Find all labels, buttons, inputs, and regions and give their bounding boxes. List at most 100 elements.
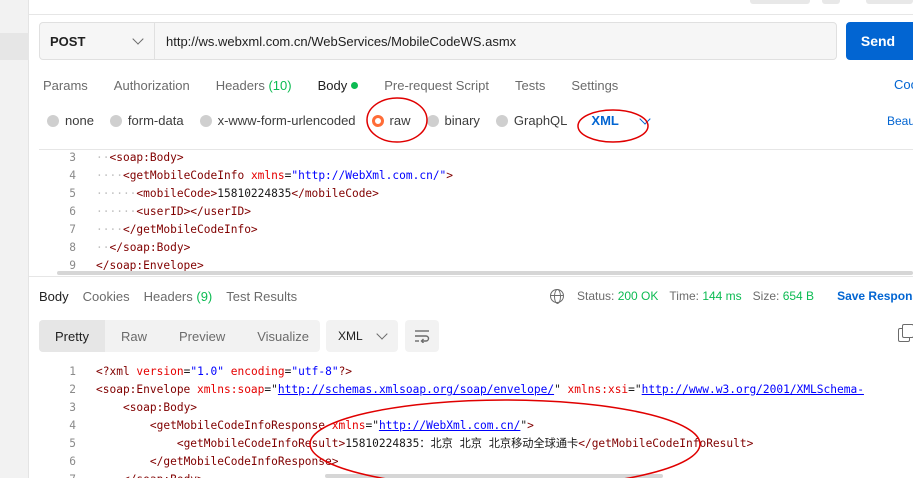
code-token: xmlns [250, 169, 285, 182]
code-text: ······<mobileCode>15810224835</mobileCod… [96, 185, 379, 203]
code-text: </getMobileCodeInfoResponse> [96, 453, 339, 471]
code-line: 7 ····</getMobileCodeInfo> [39, 221, 913, 239]
radio-selected-icon [371, 114, 384, 127]
radio-label: raw [389, 113, 411, 128]
method-select[interactable]: POST [40, 23, 155, 59]
radio-label: none [65, 113, 94, 128]
code-text: ··<soap:Body> [96, 149, 184, 167]
status-label: Status: [577, 289, 615, 303]
code-text: <soap:Body> [96, 399, 197, 417]
chevron-down-icon [132, 33, 144, 45]
code-line: 3 <soap:Body> [39, 399, 913, 417]
response-format-select[interactable]: XML [326, 320, 398, 352]
code-token: version [136, 365, 184, 378]
tab-tests[interactable]: Tests [515, 78, 545, 93]
code-text: ····</getMobileCodeInfo> [96, 221, 258, 239]
request-body-editor[interactable]: 3 ··<soap:Body> 4 ····<getMobileCodeInfo xm… [39, 149, 913, 273]
code-line: 6 ······<userID></userID> [39, 203, 913, 221]
radio-binary[interactable]: binary [426, 113, 480, 128]
tab-response-cookies[interactable]: Cookies [83, 289, 130, 304]
pane-divider[interactable] [29, 276, 913, 277]
radio-none[interactable]: none [47, 113, 94, 128]
code-token: = [628, 383, 635, 396]
time-value: 144 ms [702, 289, 742, 303]
line-number: 6 [69, 455, 76, 468]
view-tab-visualize[interactable]: Visualize [241, 320, 325, 352]
code-token: </getMobileCodeInfo> [122, 223, 258, 236]
radio-raw[interactable]: raw [371, 113, 411, 128]
code-token[interactable]: http://WebXml.com.cn/ [379, 419, 520, 432]
send-button[interactable]: Send [846, 22, 913, 60]
response-view-tabs: Pretty Raw Preview Visualize [39, 320, 320, 352]
code-text: ······<userID></userID> [96, 203, 251, 221]
url-input[interactable]: http://ws.webxml.com.cn/WebServices/Mobi… [155, 23, 516, 59]
tab-settings[interactable]: Settings [571, 78, 618, 93]
radio-form-data[interactable]: form-data [109, 113, 184, 128]
beautify-link[interactable]: Beau [887, 114, 913, 128]
format-label: XML [338, 329, 363, 343]
headers-count: (10) [268, 77, 292, 93]
code-token: xmlns:xsi [567, 383, 629, 396]
code-line: 1 <?xml version="1.0" encoding="utf-8"?> [39, 363, 913, 381]
wrap-lines-icon [415, 330, 430, 343]
indent: ·· [96, 151, 110, 164]
copy-icon[interactable] [898, 324, 913, 342]
radio-label: x-www-form-urlencoded [217, 113, 356, 128]
save-response-button[interactable]: Save Respons [837, 289, 913, 303]
tab-test-results[interactable]: Test Results [226, 289, 297, 304]
code-token: <?xml [96, 365, 137, 378]
tab-body[interactable]: Body [318, 78, 359, 93]
code-token: "http://WebXml.com.cn/" [291, 169, 447, 182]
code-token: <soap:Body> [122, 401, 198, 414]
cookies-link[interactable]: Coo [894, 77, 913, 92]
wrap-lines-button[interactable] [405, 320, 439, 352]
code-token: <userID></userID> [136, 205, 251, 218]
line-number: 7 [39, 471, 76, 478]
tab-response-body[interactable]: Body [39, 289, 69, 304]
horizontal-scrollbar[interactable] [57, 271, 913, 275]
language-select[interactable]: XML [591, 112, 651, 128]
tab-pre-request-script[interactable]: Pre-request Script [384, 78, 489, 93]
tab-headers[interactable]: Headers (10) [216, 78, 292, 93]
left-sidebar-strip [0, 0, 29, 478]
tab-response-headers-label: Headers [143, 289, 193, 304]
body-indicator-dot [351, 81, 359, 89]
code-token: <getMobileCodeInfo [122, 169, 251, 182]
radio-graphql[interactable]: GraphQL [495, 113, 567, 128]
code-token: 15810224835 [217, 187, 292, 200]
line-number: 3 [69, 401, 76, 414]
radio-x-www-form-urlencoded[interactable]: x-www-form-urlencoded [199, 113, 356, 128]
line-number: 7 [69, 223, 76, 236]
code-text: ····<getMobileCodeInfo xmlns="http://Web… [96, 167, 453, 185]
tab-params[interactable]: Params [43, 78, 88, 93]
view-tab-preview[interactable]: Preview [163, 320, 241, 352]
code-token: </soap:Body> [109, 241, 191, 254]
code-line: 4 <getMobileCodeInfoResponse xmlns="http… [39, 417, 913, 435]
size-info[interactable]: Size: 654 B [753, 289, 814, 303]
line-number: 3 [69, 151, 76, 164]
code-token: xmlns [331, 419, 366, 432]
code-token: encoding [230, 365, 285, 378]
response-headers-count: (9) [196, 289, 213, 304]
time-info[interactable]: Time: 144 ms [669, 289, 741, 303]
body-type-selector: none form-data x-www-form-urlencoded raw… [47, 112, 651, 128]
globe-icon[interactable] [550, 289, 564, 304]
code-token[interactable]: http://www.w3.org/2001/XMLSchema- [642, 383, 864, 396]
code-token: "1.0" [190, 365, 225, 378]
view-tab-pretty[interactable]: Pretty [39, 320, 105, 352]
code-token[interactable]: http://schemas.xmlsoap.org/soap/envelope… [278, 383, 554, 396]
code-token: <soap:Envelope [96, 383, 198, 396]
view-tab-raw[interactable]: Raw [105, 320, 163, 352]
request-url-bar: POST http://ws.webxml.com.cn/WebServices… [39, 22, 837, 60]
tab-authorization[interactable]: Authorization [114, 78, 190, 93]
sidebar-selected-item[interactable] [0, 33, 29, 60]
tab-bar-stub [750, 0, 810, 4]
code-token: </soap:Body> [123, 473, 204, 478]
tab-response-headers[interactable]: Headers (9) [144, 289, 213, 304]
horizontal-scrollbar[interactable] [325, 474, 663, 478]
code-token: " [271, 383, 278, 396]
status-info[interactable]: Status: 200 OK [577, 289, 658, 303]
time-label: Time: [669, 289, 699, 303]
